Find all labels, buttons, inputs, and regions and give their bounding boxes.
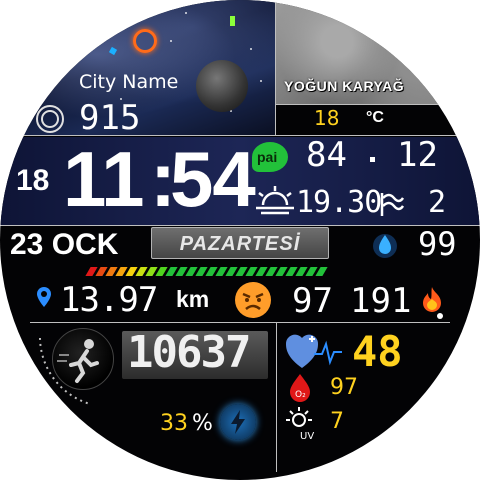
fire-icon xyxy=(423,287,441,312)
spo2-icon: O₂ xyxy=(290,374,310,402)
lightning-icon xyxy=(220,404,256,440)
battery-percent: 33 xyxy=(160,411,188,436)
pai-value: 84 xyxy=(306,135,347,175)
sun-icon xyxy=(133,29,157,53)
sunset-icon xyxy=(256,186,294,215)
uv-value: 7 xyxy=(330,409,344,434)
screen: City Name 915 YOĞUN KARYAĞ 18 °C 18 11 :… xyxy=(0,0,480,480)
spo2-value: 97 xyxy=(330,375,358,400)
progress-segment xyxy=(315,267,328,276)
city-ring-icon xyxy=(36,105,64,133)
calories-value: 191 xyxy=(350,281,412,321)
city-name: City Name xyxy=(79,71,179,93)
divider xyxy=(276,322,277,472)
divider xyxy=(276,104,480,105)
water-drop-icon xyxy=(373,234,397,258)
status-dot xyxy=(437,313,443,319)
divider xyxy=(0,225,480,226)
city-value: 915 xyxy=(79,98,141,138)
wind-icon xyxy=(380,193,404,216)
temperature-value: 18 xyxy=(314,106,340,130)
stress-value: 97 xyxy=(292,281,333,321)
weekday-label: PAZARTESİ xyxy=(179,233,301,255)
watch-face: City Name 915 YOĞUN KARYAĞ 18 °C 18 11 :… xyxy=(0,0,480,480)
weather-condition: YOĞUN KARYAĞ xyxy=(284,78,405,94)
sunset-time: 19.30 xyxy=(296,185,382,220)
pai-badge: pai xyxy=(257,149,278,165)
temperature-unit: °C xyxy=(366,109,384,126)
svg-text:UV: UV xyxy=(300,431,314,441)
moon-icon xyxy=(196,60,248,112)
dot-separator xyxy=(370,157,375,162)
heart-icon xyxy=(285,334,342,368)
hour-small: 18 xyxy=(16,164,50,197)
seconds-value: 12 xyxy=(397,135,438,175)
distance-value: 13.97 xyxy=(60,280,158,320)
battery-percent-sign: % xyxy=(192,411,213,436)
uv-icon: UV xyxy=(286,407,314,441)
date-day-month: 23 OCK xyxy=(10,228,119,261)
angry-face-icon xyxy=(235,282,271,318)
divider xyxy=(275,0,276,135)
heart-rate-value: 48 xyxy=(352,327,403,376)
steps-value: 10637 xyxy=(127,327,251,378)
distance-unit: km xyxy=(176,286,210,312)
humidity-value: 99 xyxy=(418,225,457,263)
svg-text:O₂: O₂ xyxy=(295,390,306,400)
wind-value: 2 xyxy=(428,185,447,220)
location-pin-icon xyxy=(37,287,51,307)
time-minutes: 54 xyxy=(170,135,256,223)
time-hours: 11 xyxy=(63,135,144,223)
satellite-icon xyxy=(230,16,235,26)
